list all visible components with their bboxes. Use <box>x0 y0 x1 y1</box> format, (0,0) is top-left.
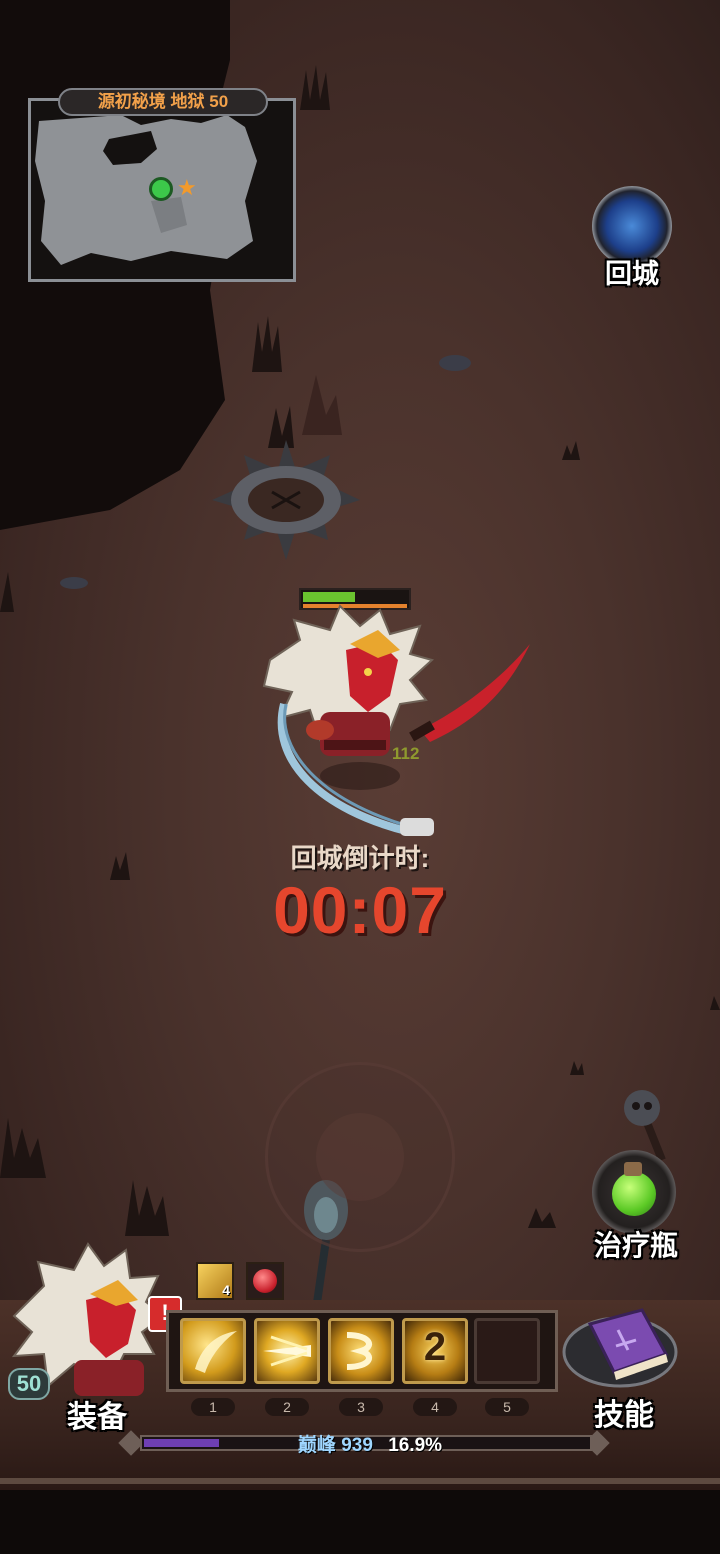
exp-bar-fill <box>144 1439 219 1447</box>
potion-cork <box>624 1162 642 1176</box>
spike-trap <box>212 440 360 560</box>
skill-slot-3[interactable] <box>328 1318 394 1384</box>
peak-rank-label: 巅峰 <box>297 1435 336 1456</box>
minimap-title: 源初秘境 地狱 50 <box>58 88 268 116</box>
return-town-label: 回城 <box>605 259 659 289</box>
gold-wing-buff-icon[interactable]: 4 <box>196 1262 234 1300</box>
game-scene: ★ 源初秘境 地狱 50 回城 112 回城倒计时: 00:07 治疗瓶 4 !… <box>0 0 720 1554</box>
virtual-joystick[interactable] <box>265 1062 455 1252</box>
skill-key-4: 4 <box>413 1398 457 1416</box>
golden-slash-icon <box>195 1331 237 1373</box>
skill-book-button[interactable] <box>556 1300 690 1390</box>
player-marker-icon <box>149 177 173 201</box>
skill-key-3: 3 <box>339 1398 383 1416</box>
green-potion-icon <box>612 1172 656 1216</box>
equip-label: 装备 <box>67 1401 127 1434</box>
buff-stack-count: 4 <box>222 1282 230 1298</box>
golden-beam-icon <box>263 1335 311 1367</box>
skill-slot-1[interactable] <box>180 1318 246 1384</box>
heal-potion-label: 治疗瓶 <box>593 1230 678 1261</box>
golden-claw-icon <box>346 1332 372 1370</box>
joystick-knob[interactable] <box>316 1113 404 1201</box>
exp-percent: 16.9% <box>388 1435 443 1456</box>
red-orb-buff-icon[interactable] <box>246 1262 284 1300</box>
return-countdown-timer: 00:07 <box>273 873 447 947</box>
skill-slot-2[interactable] <box>254 1318 320 1384</box>
skill-key-2: 2 <box>265 1398 309 1416</box>
hud-divider <box>0 1478 720 1484</box>
skill-key-5: 5 <box>485 1398 529 1416</box>
minimap[interactable]: ★ <box>28 98 296 282</box>
hud-bottom-strip <box>0 1490 720 1554</box>
skill-book-label: 技能 <box>594 1399 654 1432</box>
damage-number: 112 <box>392 744 420 763</box>
skill-book-icon <box>562 1308 678 1388</box>
skill-slot-4[interactable]: 2 <box>402 1318 468 1384</box>
objective-star-icon: ★ <box>177 175 197 200</box>
character-level-badge: 50 <box>8 1368 50 1400</box>
skill-charge-count: 2 <box>423 1325 447 1369</box>
heal-potion-button[interactable] <box>592 1150 676 1234</box>
empty-slot-icon <box>477 1321 537 1381</box>
skill-key-1: 1 <box>191 1398 235 1416</box>
player-character <box>262 604 530 836</box>
skill-slot-5[interactable] <box>474 1318 540 1384</box>
peak-points: 939 <box>341 1435 373 1456</box>
return-countdown-label: 回城倒计时: <box>290 843 430 873</box>
exp-text: 巅峰 939 16.9% <box>250 1430 490 1457</box>
